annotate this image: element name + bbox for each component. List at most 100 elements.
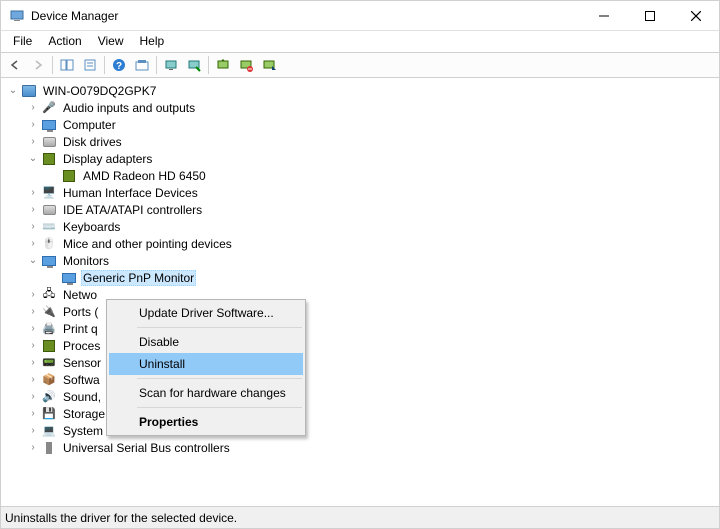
tree-node-computer[interactable]: › Computer	[25, 116, 717, 133]
tree-node-audio[interactable]: ›🎤Audio inputs and outputs	[25, 99, 717, 116]
expand-icon[interactable]: ›	[25, 134, 41, 150]
title-bar: Device Manager	[1, 1, 719, 31]
node-label: Mice and other pointing devices	[61, 237, 234, 251]
node-label: Disk drives	[61, 135, 124, 149]
tree-root[interactable]: ⌄ WIN-O079DQ2GPK7	[5, 82, 717, 99]
ctx-update-driver[interactable]: Update Driver Software...	[109, 302, 303, 324]
disk-icon	[41, 134, 57, 150]
printer-icon: 🖨️	[41, 321, 57, 337]
help-button[interactable]: ?	[108, 54, 130, 76]
expand-icon[interactable]: ›	[25, 236, 41, 252]
tree-node-monitors[interactable]: ⌄ Monitors	[25, 252, 717, 269]
expand-icon[interactable]: ›	[25, 219, 41, 235]
node-label: Universal Serial Bus controllers	[61, 441, 232, 455]
tree-node-display[interactable]: ⌄ Display adapters	[25, 150, 717, 167]
storage-icon: 💾	[41, 406, 57, 422]
gpu-icon	[61, 168, 77, 184]
ctx-properties[interactable]: Properties	[109, 411, 303, 433]
expand-icon[interactable]: ›	[25, 355, 41, 371]
ctx-separator	[137, 407, 302, 408]
context-menu: Update Driver Software... Disable Uninst…	[106, 299, 306, 436]
maximize-button[interactable]	[627, 1, 673, 30]
tree-node-mice[interactable]: ›🖱️Mice and other pointing devices	[25, 235, 717, 252]
node-label: Monitors	[61, 254, 111, 268]
expand-icon[interactable]: ›	[25, 117, 41, 133]
uninstall-button[interactable]	[235, 54, 257, 76]
node-label: Keyboards	[61, 220, 122, 234]
expand-icon[interactable]: ›	[25, 100, 41, 116]
scan-hardware-button[interactable]	[160, 54, 182, 76]
keyboard-icon: ⌨️	[41, 219, 57, 235]
expand-icon[interactable]: ›	[25, 440, 41, 456]
node-label: Sound,	[61, 390, 103, 404]
ctx-separator	[137, 378, 302, 379]
expand-icon[interactable]: ›	[25, 372, 41, 388]
disable-button[interactable]	[258, 54, 280, 76]
node-label: Computer	[61, 118, 118, 132]
minimize-button[interactable]	[581, 1, 627, 30]
expand-icon[interactable]: ›	[25, 423, 41, 439]
toolbar-separator	[156, 56, 157, 74]
ctx-disable[interactable]: Disable	[109, 331, 303, 353]
collapse-icon[interactable]: ⌄	[25, 253, 41, 269]
expand-icon[interactable]: ›	[25, 321, 41, 337]
expand-icon[interactable]: ›	[25, 338, 41, 354]
tree-node-disk[interactable]: › Disk drives	[25, 133, 717, 150]
node-label: Sensor	[61, 356, 103, 370]
node-label: Proces	[61, 339, 102, 353]
node-label: Display adapters	[61, 152, 154, 166]
menu-file[interactable]: File	[5, 31, 40, 52]
tree-node-hid[interactable]: ›🖥️ Human Interface Devices	[25, 184, 717, 201]
tree-node-pnp-monitor[interactable]: ›Generic PnP Monitor	[45, 269, 717, 286]
usb-icon	[41, 440, 57, 456]
menu-action[interactable]: Action	[40, 31, 89, 52]
tree-node-keyboards[interactable]: ›⌨️ Keyboards	[25, 218, 717, 235]
expand-icon[interactable]: ⌄	[5, 83, 21, 99]
node-label: AMD Radeon HD 6450	[81, 169, 208, 183]
sound-icon: 🔊	[41, 389, 57, 405]
ports-icon: 🔌	[41, 304, 57, 320]
collapse-icon[interactable]: ⌄	[25, 151, 41, 167]
expand-icon[interactable]: ›	[25, 389, 41, 405]
node-label: WIN-O079DQ2GPK7	[41, 84, 158, 98]
tree-node-usb[interactable]: › Universal Serial Bus controllers	[25, 439, 717, 456]
show-hide-tree-button[interactable]	[56, 54, 78, 76]
tree-node-ide[interactable]: ›IDE ATA/ATAPI controllers	[25, 201, 717, 218]
status-bar: Uninstalls the driver for the selected d…	[1, 506, 719, 528]
expand-icon[interactable]: ›	[25, 185, 41, 201]
software-icon: 📦	[41, 372, 57, 388]
action-button[interactable]	[131, 54, 153, 76]
expand-icon[interactable]: ›	[25, 202, 41, 218]
toolbar-separator	[208, 56, 209, 74]
menu-view[interactable]: View	[90, 31, 132, 52]
forward-button[interactable]	[27, 54, 49, 76]
back-button[interactable]	[4, 54, 26, 76]
network-icon: 🖧	[41, 287, 57, 303]
ctx-scan-hardware[interactable]: Scan for hardware changes	[109, 382, 303, 404]
menu-help[interactable]: Help	[132, 31, 173, 52]
ctx-separator	[137, 327, 302, 328]
update-driver-button[interactable]	[212, 54, 234, 76]
device-tree[interactable]: ⌄ WIN-O079DQ2GPK7 ›🎤Audio inputs and out…	[1, 78, 719, 506]
toolbar: ?	[1, 52, 719, 78]
svg-text:?: ?	[116, 61, 122, 72]
close-button[interactable]	[673, 1, 719, 30]
ctx-uninstall[interactable]: Uninstall	[109, 353, 303, 375]
node-label: Netwo	[61, 288, 99, 302]
toolbar-separator	[104, 56, 105, 74]
properties-button[interactable]	[79, 54, 101, 76]
node-label: Print q	[61, 322, 100, 336]
hid-icon: 🖥️	[41, 185, 57, 201]
node-label: Ports (	[61, 305, 100, 319]
computer-icon	[21, 83, 37, 99]
tree-node-amd[interactable]: ›AMD Radeon HD 6450	[45, 167, 717, 184]
expand-icon[interactable]: ›	[25, 304, 41, 320]
expand-icon[interactable]: ›	[25, 406, 41, 422]
node-label: Human Interface Devices	[61, 186, 200, 200]
enable-button[interactable]	[183, 54, 205, 76]
expand-icon[interactable]: ›	[25, 287, 41, 303]
cpu-icon	[41, 338, 57, 354]
node-label: Softwa	[61, 373, 102, 387]
ide-icon	[41, 202, 57, 218]
window-title: Device Manager	[31, 9, 581, 23]
